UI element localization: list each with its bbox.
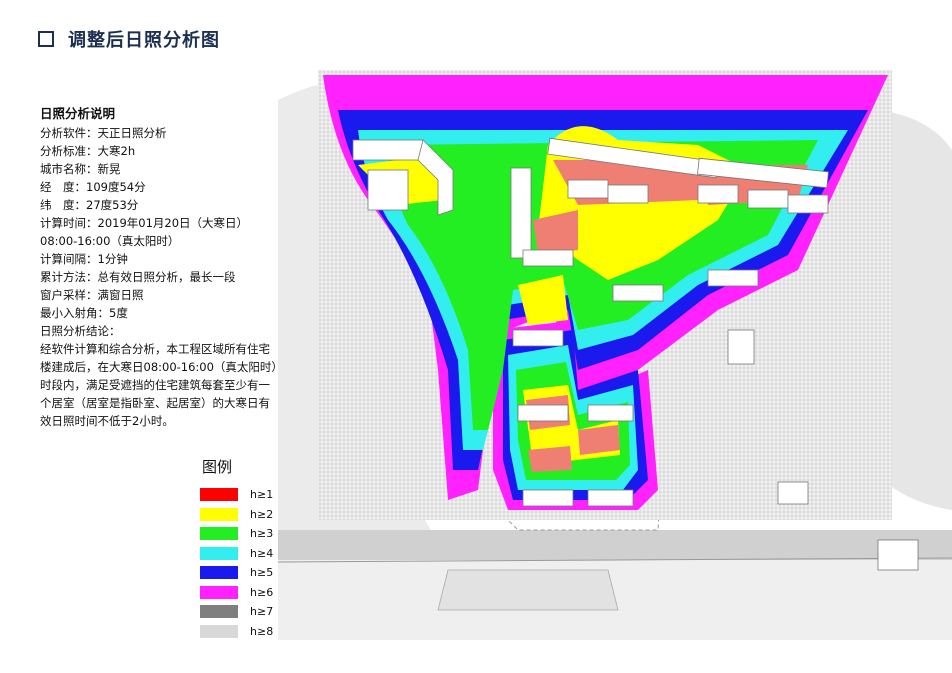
- building-row1-c: [697, 184, 739, 204]
- legend-label: h≥8: [250, 624, 274, 638]
- notes-conclusion-label: 日照分析结论：: [40, 324, 121, 338]
- legend-swatch: [200, 566, 238, 580]
- building-row4-a: [517, 404, 569, 422]
- legend-swatch: [200, 488, 238, 502]
- legend-item: h≥2: [200, 505, 273, 525]
- building-row5-a: [522, 489, 574, 507]
- h1-zone-south-c: [528, 446, 572, 472]
- legend-label: h≥2: [250, 507, 274, 521]
- sunlight-coverage: [318, 70, 892, 520]
- south-road: [278, 530, 952, 560]
- building-row2-a: [522, 249, 574, 267]
- legend-item: h≥4: [200, 544, 273, 564]
- notes-interval: 计算间隔：1分钟: [40, 252, 128, 266]
- building-east-a: [727, 329, 755, 365]
- notes-method: 累计方法：总有效日照分析，最长一段: [40, 270, 236, 284]
- legend-label: h≥6: [250, 585, 274, 599]
- notes-window: 窗户采样：满窗日照: [40, 288, 144, 302]
- legend-item: h≥8: [200, 622, 273, 642]
- building-east-b: [777, 481, 809, 505]
- notes-calc-time: 08:00-16:00（真太阳时）: [40, 234, 180, 248]
- plaza-steps: [437, 569, 619, 611]
- notes-latitude: 纬 度：27度53分: [40, 198, 139, 212]
- building-northwest-a: [352, 139, 424, 161]
- legend-item: h≥7: [200, 602, 273, 622]
- legend: 图例 h≥1 h≥2 h≥3 h≥4 h≥5 h≥6 h≥7 h≥8: [200, 456, 273, 641]
- building-row2-b: [612, 284, 664, 302]
- building-row2-c: [707, 269, 759, 287]
- legend-label: h≥5: [250, 566, 274, 580]
- building-east-c: [877, 539, 919, 571]
- building-row1-d: [747, 189, 789, 209]
- legend-label: h≥1: [250, 488, 274, 502]
- analysis-notes: 日照分析说明 分析软件：天正日照分析 分析标准：大寒2h 城市名称：新晃 经 度…: [40, 105, 280, 430]
- notes-conclusion: 经软件计算和综合分析，本工程区域所有住宅楼建成后，在大寒日08:00-16:00…: [40, 342, 278, 428]
- building-west-tower: [510, 167, 532, 259]
- sunlight-analysis-map: [278, 70, 952, 640]
- building-northwest-b: [367, 169, 409, 211]
- legend-swatch: [200, 585, 238, 599]
- legend-swatch: [200, 624, 238, 638]
- notes-standard: 分析标准：大寒2h: [40, 144, 136, 158]
- notes-calc-date: 计算时间：2019年01月20日（大寒日）: [40, 216, 249, 230]
- legend-label: h≥7: [250, 605, 274, 619]
- page-title-text: 调整后日照分析图: [68, 30, 220, 51]
- notes-city: 城市名称：新晃: [40, 162, 121, 176]
- title-square-icon: [38, 31, 54, 47]
- legend-swatch: [200, 527, 238, 541]
- legend-label: h≥3: [250, 527, 274, 541]
- legend-swatch: [200, 507, 238, 521]
- legend-item: h≥6: [200, 583, 273, 603]
- legend-label: h≥4: [250, 546, 274, 560]
- legend-item: h≥5: [200, 563, 273, 583]
- building-row1-e: [787, 194, 829, 214]
- h1-zone-south-b: [578, 425, 620, 455]
- building-row1-b: [607, 184, 649, 204]
- notes-longitude: 经 度：109度54分: [40, 180, 146, 194]
- page-title: 调整后日照分析图: [38, 26, 220, 52]
- building-row3-a: [512, 329, 564, 347]
- notes-angle: 最小入射角：5度: [40, 306, 128, 320]
- notes-heading: 日照分析说明: [40, 106, 116, 121]
- legend-swatch: [200, 605, 238, 619]
- building-row1-a: [567, 179, 609, 199]
- building-row5-b: [587, 489, 634, 507]
- legend-item: h≥1: [200, 485, 273, 505]
- legend-swatch: [200, 546, 238, 560]
- notes-software: 分析软件：天正日照分析: [40, 126, 167, 140]
- legend-item: h≥3: [200, 524, 273, 544]
- building-row4-b: [587, 404, 634, 422]
- legend-title: 图例: [202, 458, 233, 476]
